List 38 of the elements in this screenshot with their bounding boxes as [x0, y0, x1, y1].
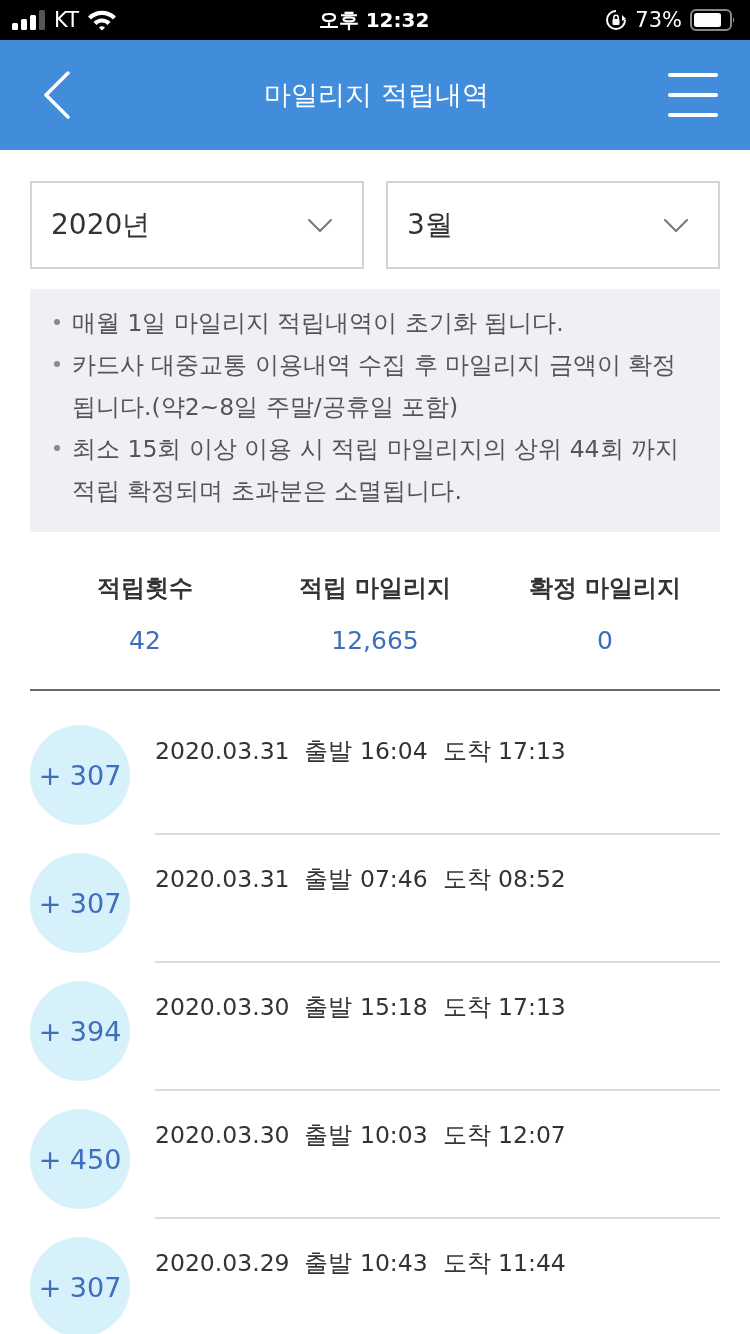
trip-detail: 2020.03.31 출발 16:04 도착 17:13 [155, 737, 566, 765]
mileage-badge: + 307 [30, 853, 130, 953]
summary-label: 확정 마일리지 [528, 573, 682, 604]
menu-icon [668, 73, 718, 117]
trip-detail: 2020.03.29 출발 10:43 도착 11:44 [155, 1249, 566, 1277]
trip-detail: 2020.03.31 출발 07:46 도착 08:52 [155, 865, 566, 893]
back-button[interactable] [43, 71, 71, 119]
bullet-icon [54, 445, 60, 451]
month-select[interactable]: 3월 [386, 181, 720, 269]
trip-detail: 2020.03.30 출발 10:03 도착 12:07 [155, 1121, 566, 1149]
wifi-icon [86, 9, 117, 31]
battery-percent: 73% [635, 8, 682, 32]
chevron-down-icon [664, 218, 688, 232]
bullet-icon [54, 361, 60, 367]
back-icon [43, 71, 71, 119]
page-title: 마일리지 적립내역 [264, 78, 489, 112]
status-time: 오후 12:32 [318, 6, 430, 34]
mileage-badge: + 307 [30, 725, 130, 825]
rotation-lock-icon [605, 9, 628, 31]
chevron-down-icon [308, 218, 332, 232]
notice-text: 카드사 대중교통 이용내역 수집 후 마일리지 금액이 확정 됩니다.(약2~8일 주말/공휴일 포함) [72, 350, 678, 423]
summary-value: 0 [597, 626, 613, 655]
menu-button[interactable] [668, 73, 718, 117]
bullet-icon [54, 319, 60, 325]
mileage-badge: + 450 [30, 1109, 130, 1209]
battery-icon [690, 9, 736, 31]
summary-value: 12,665 [331, 626, 419, 655]
notice-text: 최소 15회 이상 이용 시 적립 마일리지의 상위 44회 까지 적립 확정되며 초과분은 소멸됩니다. [72, 434, 681, 507]
notice-text: 매월 1일 마일리지 적립내역이 초기화 됩니다. [72, 308, 564, 339]
mileage-badge: + 394 [30, 981, 130, 1081]
year-select[interactable]: 2020년 [30, 181, 364, 269]
summary-label: 적립 마일리지 [298, 573, 452, 604]
summary-value: 42 [129, 626, 161, 655]
carrier-name: KT [54, 8, 79, 32]
signal-icon [12, 10, 46, 30]
summary-label: 적립횟수 [97, 573, 193, 604]
trip-detail: 2020.03.30 출발 15:18 도착 17:13 [155, 993, 566, 1021]
mileage-badge: + 307 [30, 1237, 130, 1334]
